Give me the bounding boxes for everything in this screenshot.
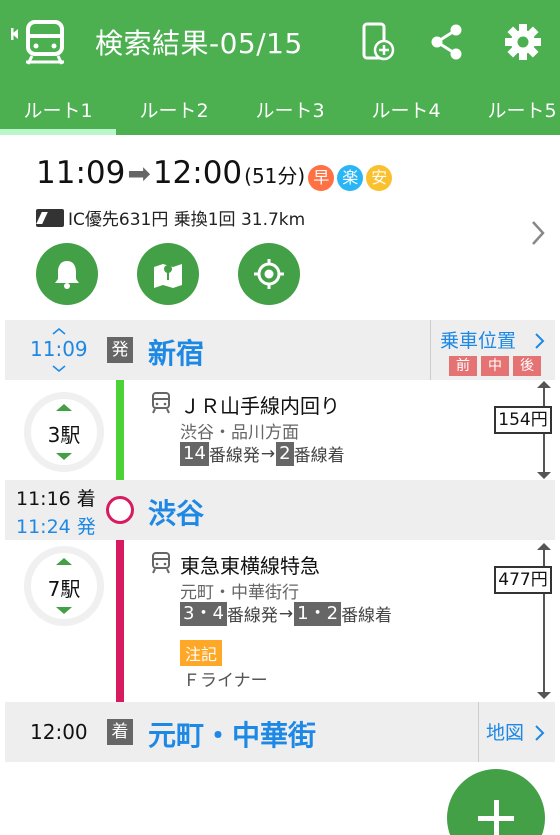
origin-time: 11:09	[30, 337, 88, 361]
location-target-icon	[254, 259, 284, 289]
tab-route-4[interactable]: ルート4	[348, 96, 464, 123]
leg2-note: Ｆライナー	[183, 671, 268, 691]
line-segment-tokyu	[116, 510, 124, 720]
leg2-stop-count: 7駅	[47, 577, 81, 601]
map-link-label: 地図	[486, 722, 525, 744]
expand-up-icon	[56, 558, 72, 565]
back-train-icon[interactable]	[8, 20, 72, 66]
transfer-station-name[interactable]: 渋谷	[148, 492, 204, 532]
fare-summary-text: IC優先631円 乗換1回 31.7km	[68, 210, 306, 230]
route-tabs: ルート1 ルート2 ルート3 ルート4 ルート5	[0, 88, 560, 135]
route-summary[interactable]: 11:09 ➡ 12:00 (51分) 早 楽 安 IC優先631円 乗換1回 …	[0, 135, 560, 320]
origin-station-row[interactable]: 11:09 発 新宿 乗車位置 前 中 後	[5, 320, 555, 380]
leg1-fare: 154円	[494, 406, 552, 434]
train-icon	[152, 552, 170, 574]
car-tag-middle: 中	[481, 356, 509, 376]
tab-route-2[interactable]: ルート2	[116, 96, 232, 123]
chevron-right-icon[interactable]	[528, 218, 548, 248]
expand-up-icon	[56, 404, 72, 411]
arrive-time: 12:00	[152, 155, 243, 191]
leg1-direction: 渋谷・品川方面	[180, 423, 299, 443]
leg2-fare: 477円	[494, 566, 552, 594]
fast-badge: 早	[308, 165, 335, 191]
car-tag-front: 前	[449, 356, 477, 376]
tab-route-5[interactable]: ルート5	[464, 96, 560, 123]
app-header: 検索結果-05/15 ルート1 ルート2 ルート3 ルート4 ルート5	[0, 0, 560, 135]
tab-route-1[interactable]: ルート1	[0, 96, 116, 123]
destination-station-name[interactable]: 元町・中華街	[148, 714, 316, 754]
destination-time: 12:00	[30, 720, 88, 744]
leg1-platforms: 14 番線発 → 2 番線着	[180, 441, 345, 466]
alarm-bell-icon	[55, 261, 79, 289]
dep-platform-suffix: 番線発	[208, 446, 260, 466]
car-position-link[interactable]: 乗車位置 前 中 後	[430, 320, 555, 380]
expand-down-icon	[56, 607, 72, 614]
destination-map-link[interactable]: 地図	[478, 702, 555, 762]
departure-mark: 発	[107, 337, 133, 363]
platform-arrow-icon: →	[278, 603, 294, 624]
add-fab-button[interactable]	[447, 769, 545, 835]
leg1-line-name: ＪＲ山手線内回り	[180, 394, 340, 418]
leg2-platforms: 3・4 番線発 → 1・2 番線着	[180, 601, 392, 626]
alarm-button[interactable]	[36, 243, 98, 305]
route-detail: 11:09 発 新宿 乗車位置 前 中 後 3駅 ＪＲ山手線内回り 渋谷・品川方…	[5, 320, 555, 765]
leg1-dep-platform: 14	[180, 441, 209, 466]
map-button[interactable]	[137, 243, 199, 305]
leg2-direction: 元町・中華街行	[180, 583, 299, 603]
transfer-station-row[interactable]: 11:16 着 11:24 発 渋谷	[5, 480, 555, 540]
route-times: 11:09 ➡ 12:00 (51分) 早 楽 安	[36, 155, 393, 191]
tab-route-3[interactable]: ルート3	[232, 96, 348, 123]
arr-platform-suffix: 番線着	[341, 606, 393, 626]
leg1-stop-count: 3駅	[47, 423, 81, 447]
leg1-stops-toggle[interactable]: 3駅	[24, 392, 104, 472]
car-position-label: 乗車位置	[440, 330, 517, 352]
transfer-arrival-time: 11:16 着	[16, 488, 96, 510]
expand-down-icon	[56, 453, 72, 460]
ic-card-icon	[36, 208, 64, 227]
leg2-line-name: 東急東横線特急	[180, 554, 320, 578]
platform-arrow-icon: →	[260, 443, 276, 464]
transfer-departure-time[interactable]: 11:24 発	[16, 512, 96, 539]
settings-gear-icon[interactable]	[503, 22, 543, 62]
page-title: 検索結果-05/15	[95, 27, 303, 60]
depart-time: 11:09	[36, 155, 126, 191]
add-to-device-icon[interactable]	[358, 22, 398, 62]
leg2-arr-platform: 1・2	[294, 601, 342, 626]
note-badge[interactable]: 注記	[180, 640, 223, 666]
arrival-mark: 着	[107, 719, 133, 745]
dep-platform-suffix: 番線発	[226, 606, 278, 626]
location-button[interactable]	[238, 243, 300, 305]
departure-time-picker[interactable]: 11:09	[30, 328, 90, 372]
leg1-arr-platform: 2	[276, 441, 294, 466]
car-tag-rear: 後	[513, 356, 541, 376]
arrow-right-icon: ➡	[127, 157, 151, 190]
cheap-badge: 安	[366, 165, 393, 191]
fare-summary: IC優先631円 乗換1回 31.7km	[36, 205, 305, 230]
share-icon[interactable]	[428, 22, 468, 62]
duration: (51分)	[244, 164, 306, 188]
map-icon	[154, 264, 182, 288]
transfer-station-marker	[106, 496, 134, 524]
arr-platform-suffix: 番線着	[293, 446, 345, 466]
destination-station-row[interactable]: 12:00 着 元町・中華街 地図	[5, 702, 555, 762]
leg2-dep-platform: 3・4	[180, 601, 227, 626]
easy-badge: 楽	[337, 165, 364, 191]
leg2-stops-toggle[interactable]: 7駅	[24, 546, 104, 626]
origin-station-name[interactable]: 新宿	[148, 332, 204, 372]
train-icon	[152, 392, 170, 414]
